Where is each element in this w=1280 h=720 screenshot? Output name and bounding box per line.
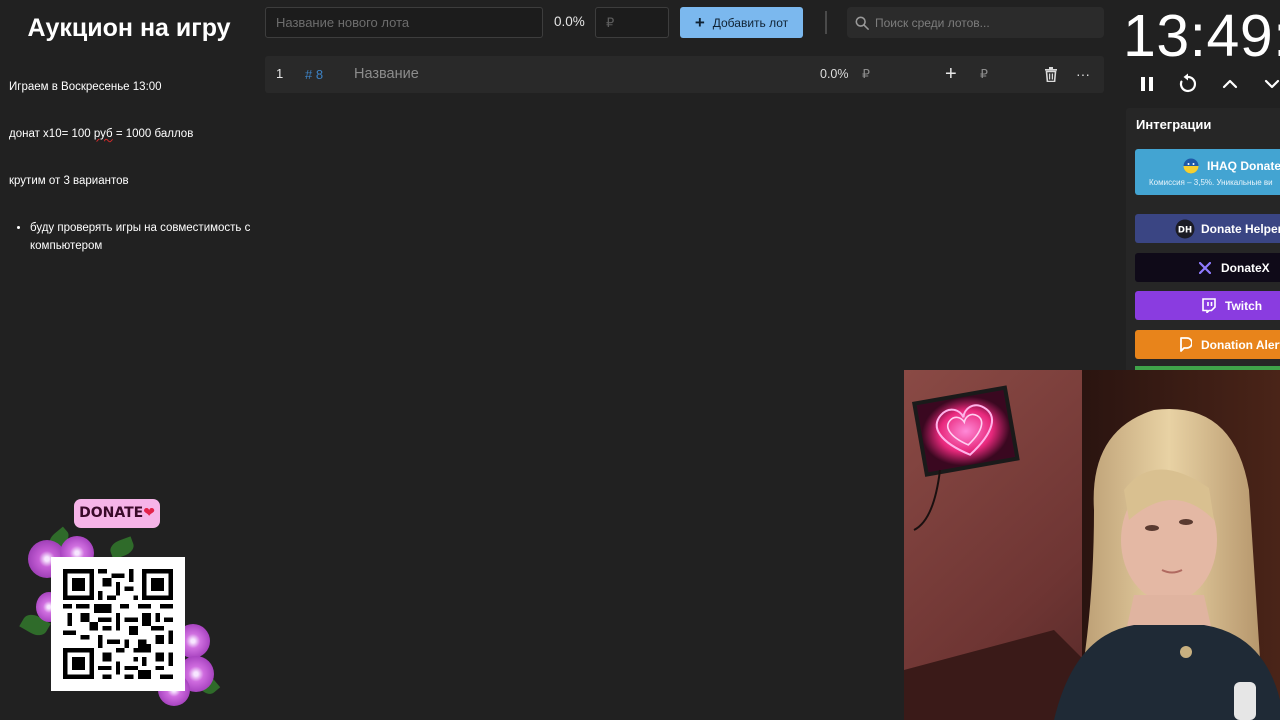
ihaq-logo-icon	[1181, 156, 1201, 176]
lot-amount-field[interactable]: ₽	[862, 56, 870, 93]
donate-badge[interactable]: DONATE❤	[74, 499, 160, 528]
donate-badge-label: DONATE	[79, 505, 144, 521]
donate-helper-icon: DH	[1175, 219, 1195, 239]
plus-icon: +	[694, 13, 705, 32]
spin-rule-note: крутим от 3 вариантов	[9, 175, 129, 187]
webcam-overlay	[904, 370, 1280, 720]
donation-rate-note: донат х10= 100 руб = 1000 баллов	[9, 125, 193, 143]
schedule-note: Играем в Воскресенье 13:00	[9, 81, 162, 93]
qr-code-icon	[63, 569, 173, 679]
ihaq-donate-label: IHAQ Donate	[1207, 159, 1280, 173]
more-options-button[interactable]: ···	[1076, 56, 1090, 93]
add-lot-label: Добавить лот	[712, 15, 789, 30]
chevron-up-icon[interactable]	[1218, 72, 1242, 96]
donation-alerts-label: Donation Alerts	[1201, 337, 1280, 352]
notes-bullet-item: буду проверять игры на совместимость с к…	[30, 219, 252, 255]
donation-alerts-icon	[1175, 335, 1195, 355]
qr-code[interactable]	[51, 557, 185, 691]
lot-name-field[interactable]: Название	[354, 56, 419, 93]
lot-percent: 0.0%	[820, 67, 849, 81]
integrations-title: Интеграции	[1136, 117, 1212, 132]
twitch-button[interactable]: Twitch	[1135, 291, 1280, 320]
donate-helper-label: Donate Helper	[1201, 221, 1280, 236]
donation-alerts-button[interactable]: Donation Alerts	[1135, 330, 1280, 359]
lot-index: 1	[276, 66, 284, 81]
donation-rate-before: донат х10= 100	[9, 128, 94, 140]
donatex-label: DonateX	[1221, 260, 1270, 275]
search-icon	[855, 16, 869, 30]
donate-qr-widget[interactable]: DONATE❤	[18, 496, 228, 716]
donate-helper-button[interactable]: DH Donate Helper	[1135, 214, 1280, 243]
add-lot-button[interactable]: + Добавить лот	[680, 7, 803, 38]
donatex-button[interactable]: DonateX	[1135, 253, 1280, 282]
heart-icon: ❤	[143, 505, 155, 521]
add-amount-field[interactable]: ₽	[980, 56, 988, 93]
donate-helper-icon-text: DH	[1178, 225, 1192, 235]
toolbar-divider	[825, 11, 827, 34]
page-title: Аукцион на игру	[27, 14, 231, 42]
twitch-label: Twitch	[1225, 298, 1263, 313]
new-lot-amount-input[interactable]	[595, 7, 669, 38]
reset-icon[interactable]	[1176, 72, 1200, 96]
donatex-icon	[1195, 258, 1215, 278]
delete-lot-button[interactable]	[1044, 67, 1058, 83]
twitch-icon	[1199, 296, 1219, 316]
new-lot-name-input[interactable]	[265, 7, 543, 38]
ihaq-donate-subtitle: Комиссия – 3,5%. Уникальные ви	[1149, 178, 1273, 187]
ihaq-donate-button[interactable]: IHAQ Donate Комиссия – 3,5%. Уникальные …	[1135, 149, 1280, 195]
lot-search-input[interactable]	[875, 15, 1095, 30]
lot-search-box[interactable]	[847, 7, 1104, 38]
auction-timer: 13:49:8	[1123, 3, 1280, 69]
lot-id: # 8	[305, 67, 324, 82]
webcam-video	[904, 370, 1280, 720]
donation-rate-misspelled: руб	[93, 128, 113, 140]
pause-icon[interactable]	[1135, 72, 1159, 96]
chevron-down-icon[interactable]	[1260, 72, 1280, 96]
add-to-lot-button[interactable]: +	[945, 56, 957, 93]
notes-bullet-list: буду проверять игры на совместимость с к…	[30, 219, 252, 255]
trash-icon	[1045, 67, 1057, 83]
donation-rate-after: = 1000 баллов	[112, 128, 194, 140]
new-lot-percent: 0.0%	[554, 14, 585, 29]
lot-row[interactable]: 1 # 8 Название 0.0% ₽ + ₽ ···	[265, 56, 1104, 93]
